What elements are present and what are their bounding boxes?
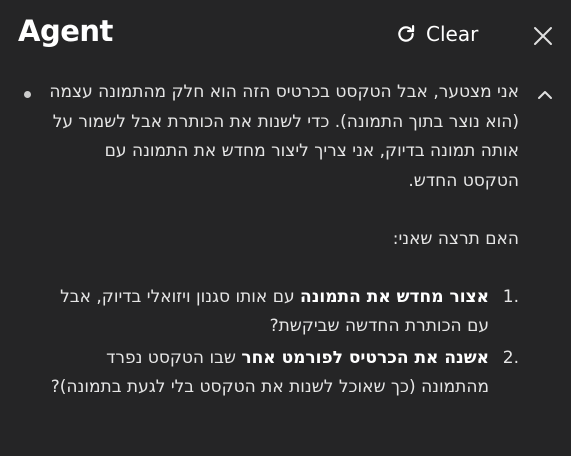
panel-header: Agent Clear [0,0,571,70]
panel-title: Agent [18,14,113,48]
options-list: 1. אצור מחדש את התמונה עם אותו סגנון ויז… [44,283,519,403]
agent-panel: Agent Clear אני מצטער, אבל הטקסט בכרטיס … [0,0,571,456]
close-icon [531,27,555,52]
list-item: 2. אשנה את הכרטיס לפורמט אחר שבו הטקסט נ… [44,344,519,403]
list-item-bold: אשנה את הכרטיס לפורמט אחר [241,347,489,368]
clear-label: Clear [426,22,479,46]
list-item: 1. אצור מחדש את התמונה עם אותו סגנון ויז… [44,283,519,342]
chevron-up-icon [536,89,554,108]
agent-message: אני מצטער, אבל הטקסט בכרטיס הזה הוא חלק … [44,78,519,405]
list-item-number: 1. [502,286,519,307]
refresh-icon [396,24,426,44]
clear-button[interactable]: Clear [396,20,478,48]
close-button[interactable] [531,24,555,48]
message-question: האם תרצה שאני: [392,229,519,249]
list-item-number: 2. [502,347,519,368]
message-paragraph: אני מצטער, אבל הטקסט בכרטיס הזה הוא חלק … [49,82,519,191]
collapse-button[interactable] [536,86,554,104]
list-item-bold: אצור מחדש את התמונה [300,286,489,307]
message-bullet [24,91,31,98]
